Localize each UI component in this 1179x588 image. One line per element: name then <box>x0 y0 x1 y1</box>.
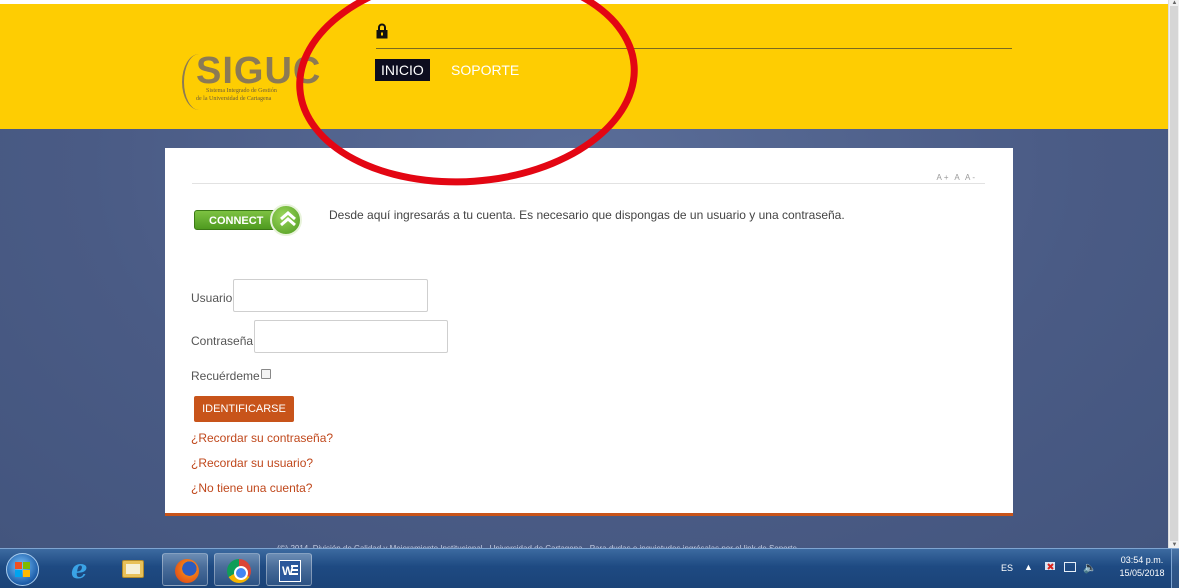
start-button[interactable] <box>6 553 39 586</box>
internet-explorer-icon[interactable]: e <box>58 553 104 586</box>
remember-checkbox[interactable] <box>261 369 271 379</box>
file-explorer-icon[interactable] <box>110 553 156 586</box>
no-account-link[interactable]: ¿No tiene una cuenta? <box>191 481 312 495</box>
font-size-controls[interactable]: A+ A A- <box>937 173 977 182</box>
username-label: Usuario <box>191 291 233 305</box>
chrome-icon[interactable] <box>214 553 260 586</box>
firefox-icon[interactable] <box>162 553 208 586</box>
vertical-scrollbar[interactable]: ▲ ▼ <box>1168 0 1179 548</box>
volume-icon[interactable]: 🔈 <box>1083 561 1097 574</box>
forgot-password-link[interactable]: ¿Recordar su contraseña? <box>191 431 333 445</box>
show-hidden-icons-icon[interactable]: ▲ <box>1024 562 1033 572</box>
clock-time: 03:54 p.m. <box>1120 555 1164 565</box>
browser-viewport: SIGUC Sistema Integrado de Gestión de la… <box>0 0 1168 548</box>
language-indicator[interactable]: ES <box>1001 563 1013 573</box>
network-icon[interactable] <box>1064 562 1076 572</box>
double-chevron-up-icon <box>270 204 302 236</box>
connect-label: CONNECT <box>194 210 282 230</box>
card-divider <box>192 183 985 184</box>
password-label: Contraseña <box>191 334 254 348</box>
forgot-username-link[interactable]: ¿Recordar su usuario? <box>191 456 313 470</box>
login-card: A+ A A- CONNECT Desde aquí ingresarás a … <box>165 148 1013 516</box>
action-center-flag-icon[interactable] <box>1044 561 1057 572</box>
scroll-thumb[interactable] <box>1170 6 1178 541</box>
clock-date: 15/05/2018 <box>1119 568 1165 578</box>
username-input[interactable] <box>233 279 428 312</box>
logo-subtitle: de la Universidad de Cartagena <box>196 96 272 102</box>
remember-label: Recuérdeme <box>191 369 260 383</box>
clock[interactable]: 03:54 p.m. 15/05/2018 <box>1114 554 1170 580</box>
connect-badge: CONNECT <box>194 204 304 236</box>
login-button[interactable]: IDENTIFICARSE <box>194 396 294 422</box>
word-icon[interactable]: W <box>266 553 312 586</box>
logo-subtitle: Sistema Integrado de Gestión <box>206 88 277 94</box>
intro-text: Desde aquí ingresarás a tu cuenta. Es ne… <box>329 208 845 222</box>
windows-flag-icon <box>15 562 31 578</box>
chevrons-icon <box>280 211 296 227</box>
password-input[interactable] <box>254 320 448 353</box>
show-desktop-button[interactable] <box>1171 548 1179 588</box>
